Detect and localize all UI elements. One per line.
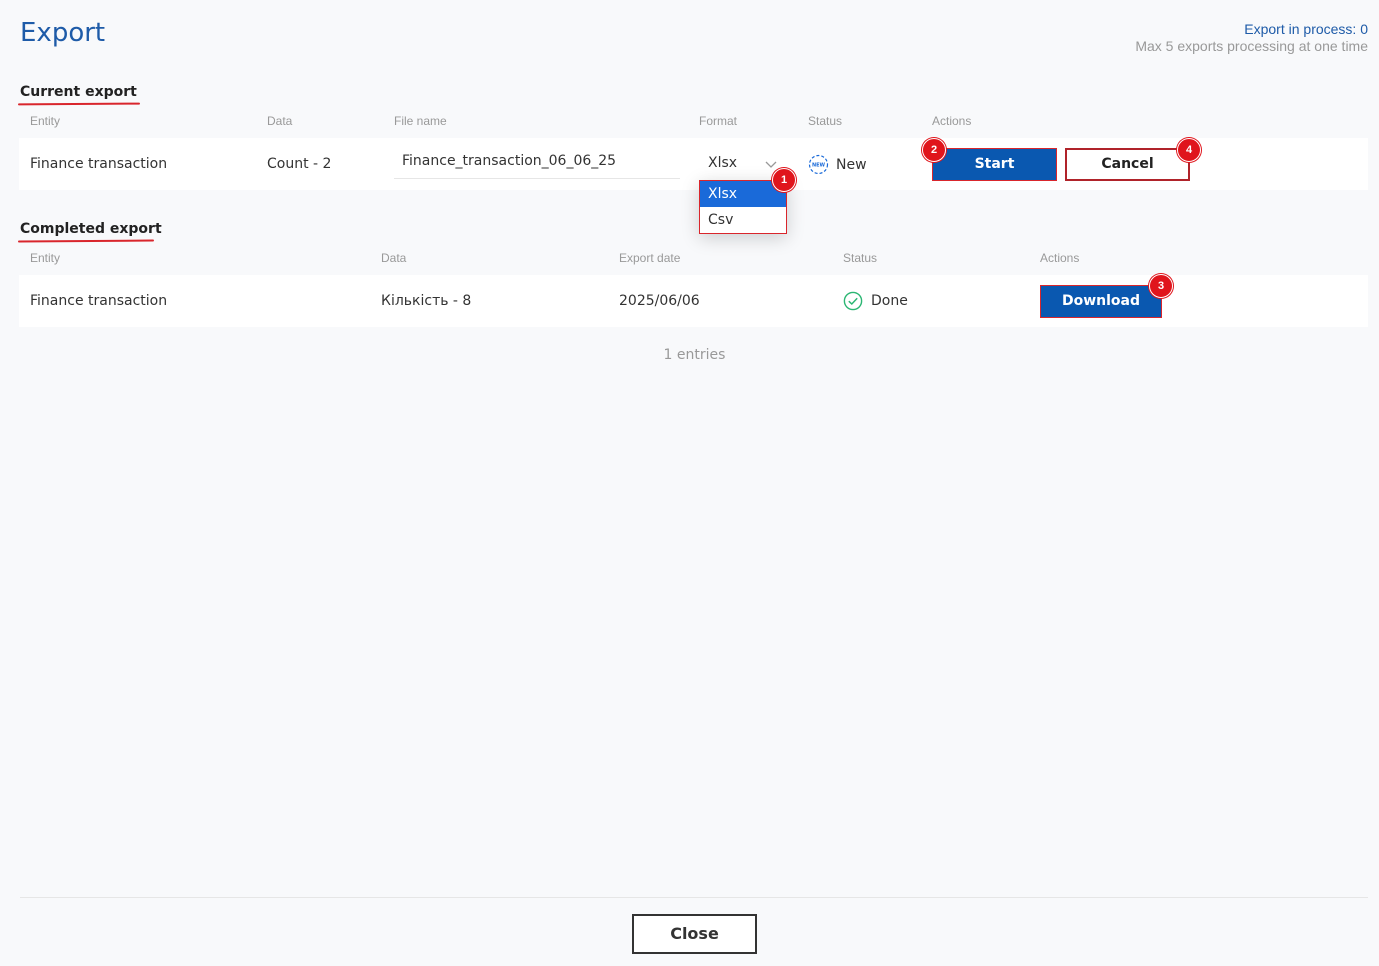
- cancel-button[interactable]: Cancel: [1065, 148, 1190, 181]
- current-data: Count - 2: [267, 156, 332, 172]
- current-status: NEW New: [808, 154, 867, 175]
- completed-export-title-text: Completed export: [20, 221, 162, 237]
- col-export-date: Export date: [619, 251, 681, 265]
- completed-export-title: Completed export: [17, 221, 162, 243]
- entries-count: 1 entries: [663, 347, 726, 363]
- col-data: Data: [267, 114, 293, 128]
- max-exports-label: Max 5 exports processing at one time: [1135, 38, 1368, 54]
- format-option-csv[interactable]: Csv: [700, 207, 786, 233]
- current-export-underline: [17, 102, 141, 106]
- completed-status-label: Done: [871, 293, 908, 309]
- footer-divider: [20, 897, 1368, 898]
- close-button[interactable]: Close: [632, 914, 757, 954]
- completed-export-underline: [17, 239, 155, 243]
- annotation-badge-3: 3: [1149, 274, 1173, 298]
- col-data: Data: [381, 251, 407, 265]
- col-format: Format: [699, 114, 738, 128]
- current-entity: Finance transaction: [30, 156, 168, 172]
- export-in-process-label: Export in process: 0: [1244, 21, 1368, 37]
- export-process-info: Export in process: 0 Max 5 exports proce…: [1135, 21, 1368, 55]
- col-actions: Actions: [932, 114, 972, 128]
- col-entity: Entity: [30, 251, 61, 265]
- annotation-badge-4: 4: [1177, 138, 1201, 162]
- current-export-title-text: Current export: [20, 84, 137, 100]
- col-entity: Entity: [30, 114, 61, 128]
- format-dropdown[interactable]: Xlsx Csv: [699, 180, 787, 234]
- current-export-title: Current export: [17, 84, 141, 106]
- chevron-down-icon[interactable]: [764, 158, 778, 170]
- col-status: Status: [808, 114, 843, 128]
- format-select[interactable]: Xlsx: [708, 155, 737, 171]
- download-button[interactable]: Download: [1040, 285, 1162, 318]
- completed-entity: Finance transaction: [30, 293, 168, 309]
- completed-data: Кількість - 8: [381, 293, 472, 309]
- svg-text:NEW: NEW: [812, 162, 826, 168]
- current-status-label: New: [836, 156, 867, 173]
- col-status: Status: [843, 251, 878, 265]
- col-actions: Actions: [1040, 251, 1080, 265]
- completed-status: Done: [843, 291, 908, 311]
- annotation-badge-2: 2: [922, 138, 946, 162]
- completed-export-date: 2025/06/06: [619, 293, 700, 309]
- file-name-input[interactable]: [394, 143, 680, 179]
- annotation-badge-1: 1: [772, 168, 796, 192]
- check-circle-icon: [843, 291, 863, 311]
- col-file-name: File name: [394, 114, 447, 128]
- page-title: Export: [20, 18, 106, 48]
- start-button[interactable]: Start: [932, 148, 1057, 181]
- new-status-icon: NEW: [808, 154, 829, 175]
